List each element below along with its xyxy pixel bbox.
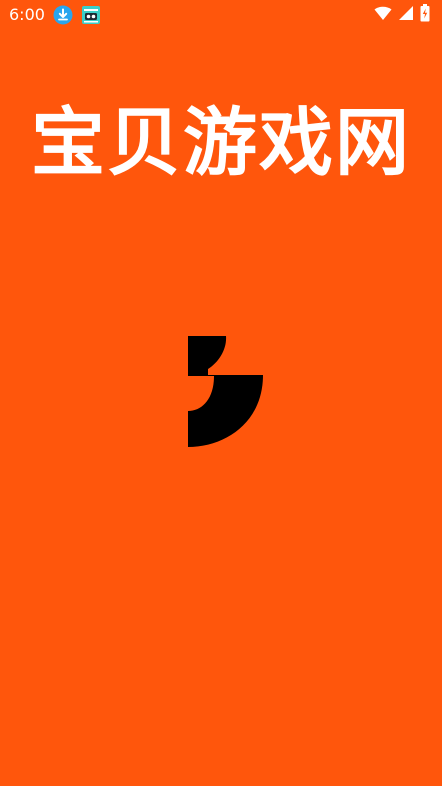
status-bar-right xyxy=(374,4,430,26)
status-time: 6:00 xyxy=(9,5,45,24)
app-title: 宝贝游戏网 xyxy=(31,100,411,186)
cellular-signal-icon xyxy=(398,5,414,25)
download-icon xyxy=(53,5,73,25)
battery-charging-icon xyxy=(420,4,430,26)
wifi-icon xyxy=(374,5,392,25)
logo-mark xyxy=(186,336,266,450)
status-bar: 6:00 xyxy=(0,0,442,30)
status-bar-left: 6:00 xyxy=(9,5,101,25)
app-notification-icon xyxy=(81,5,101,25)
